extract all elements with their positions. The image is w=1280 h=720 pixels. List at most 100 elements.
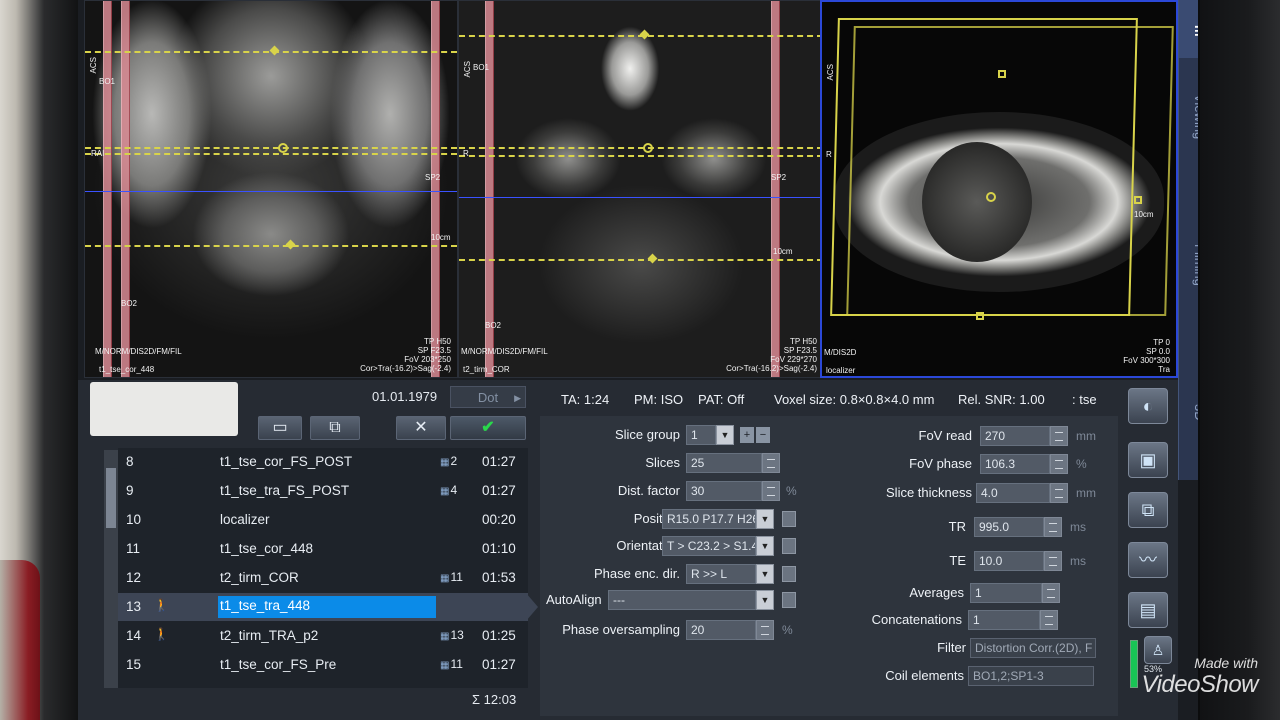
apply-button[interactable]: ✔ [450, 416, 526, 440]
queue-row[interactable]: 11 t1_tse_cor_448 01:10 [118, 535, 528, 563]
dot-label: Dot [477, 390, 499, 405]
protocol-name-edit[interactable]: t1_tse_tra_448 [218, 596, 436, 618]
center-handle[interactable] [986, 192, 996, 202]
slice-group-field[interactable]: 1 [686, 425, 716, 445]
watermark-small: Made with [1194, 655, 1258, 671]
slices-spinner[interactable] [762, 453, 780, 473]
slice-thickness-spinner[interactable] [1050, 483, 1068, 503]
dist-factor-spinner[interactable] [762, 481, 780, 501]
monitor-bezel-right [1200, 0, 1280, 720]
chevron-down-icon[interactable]: ▼ [756, 564, 774, 584]
print-button[interactable]: ▭ [258, 416, 302, 440]
pat-info: PAT: Off [698, 392, 745, 407]
tr-spinner[interactable] [1044, 517, 1062, 537]
tab-exam[interactable]: m [1179, 0, 1198, 58]
autoalign-field[interactable]: --- [608, 590, 756, 610]
close-icon: ✕ [414, 419, 428, 436]
phase-os-unit: % [782, 623, 793, 637]
checkmark-icon: ✔ [481, 419, 495, 436]
autoalign-checkbox[interactable] [782, 592, 796, 608]
saturation-band[interactable] [771, 1, 780, 377]
exam-queue-list: 8 t1_tse_cor_FS_POST 2 01:27 9 t1_tse_tr… [118, 448, 528, 688]
phase-enc-field[interactable]: R >> L [686, 564, 756, 584]
fov-read-field[interactable]: 270 [980, 426, 1050, 446]
dist-factor-field[interactable]: 30 [686, 481, 762, 501]
slice-center-line [459, 155, 823, 157]
queue-row[interactable]: 10 localizer 00:20 [118, 506, 528, 534]
graphic-slice-icon[interactable]: ▤ [1128, 592, 1168, 628]
queue-row-selected[interactable]: 13 🚶 t1_tse_tra_448 [118, 593, 528, 621]
phase-os-spinner[interactable] [756, 620, 774, 640]
orientation-field[interactable]: T > C23.2 > S1.4 [662, 536, 756, 556]
tr-field[interactable]: 995.0 [974, 517, 1044, 537]
queue-row[interactable]: 15 t1_tse_cor_FS_Pre 11 01:27 [118, 651, 528, 679]
slices-label: Slices [645, 455, 680, 470]
box-handle[interactable] [1134, 196, 1142, 204]
image-info-left: M/NORM/DIS2D/FM/FIL [461, 347, 548, 356]
dot-button[interactable]: Dot ▶ [450, 386, 526, 408]
coil-label: BO2 [485, 321, 502, 330]
averages-spinner[interactable] [1042, 583, 1060, 603]
queue-row[interactable]: 8 t1_tse_cor_FS_POST 2 01:27 [118, 448, 528, 476]
slice-boundary-line[interactable] [85, 245, 457, 247]
viewport-coronal-t1[interactable]: ACS BO1 RAI BO2 SP2 10cm M/NORM/DIS2D/FM… [84, 0, 458, 378]
te-field[interactable]: 10.0 [974, 551, 1044, 571]
chevron-down-icon[interactable]: ▼ [756, 509, 774, 529]
fov-phase-field[interactable]: 106.3 [980, 454, 1050, 474]
phase-os-field[interactable]: 20 [686, 620, 756, 640]
fov-phase-label: FoV phase [909, 456, 972, 471]
coil-label: BO1 [473, 63, 490, 72]
chevron-down-icon[interactable]: ▼ [756, 536, 774, 556]
queue-row[interactable]: 12 t2_tirm_COR 11 01:53 [118, 564, 528, 592]
viewport-coronal-t2[interactable]: ACS BO1 R BO2 SP2 10cm M/NORM/DIS2D/FM/F… [458, 0, 824, 378]
slice-thickness-label: Slice thickness [886, 485, 972, 500]
te-spinner[interactable] [1044, 551, 1062, 571]
snr-info: Rel. SNR: 1.00 [958, 392, 1045, 407]
slice-boundary-line[interactable] [459, 259, 823, 261]
fov-read-spinner[interactable] [1050, 426, 1068, 446]
saturation-band[interactable] [103, 1, 112, 377]
tr-label: TR [948, 519, 966, 534]
voxel-info: Voxel size: 0.8×0.8×4.0 mm [774, 392, 935, 407]
row-number: 14 [126, 628, 142, 643]
box-handle[interactable] [998, 70, 1006, 78]
averages-field[interactable]: 1 [970, 583, 1042, 603]
queue-row[interactable]: 9 t1_tse_tra_FS_POST 4 01:27 [118, 477, 528, 505]
concatenations-field[interactable]: 1 [968, 610, 1040, 630]
remove-group-button[interactable]: − [756, 427, 770, 443]
slices-field[interactable]: 25 [686, 453, 762, 473]
orientation-checkbox[interactable] [782, 538, 796, 554]
queue-row[interactable]: 14 🚶 t2_tirm_TRA_p2 13 01:25 [118, 622, 528, 650]
tab-filming[interactable]: Filming [1179, 244, 1198, 286]
concatenations-spinner[interactable] [1040, 610, 1058, 630]
physio-signal-icon[interactable]: 〰 [1128, 542, 1168, 578]
coil-select-icon[interactable]: ⧉ [1128, 492, 1168, 528]
center-handle[interactable] [643, 143, 653, 153]
orientation-label: ACS [463, 61, 472, 78]
patient-head-icon[interactable]: ◐ [1128, 388, 1168, 424]
chevron-down-icon[interactable]: ▼ [716, 425, 734, 445]
copy-button[interactable]: ⧉ [310, 416, 360, 440]
saturation-band[interactable] [121, 1, 130, 377]
tab-viewing[interactable]: Viewing [1179, 94, 1198, 139]
box-handle[interactable] [976, 312, 984, 320]
image-view-icon[interactable]: ▣ [1128, 442, 1168, 478]
viewport-transverse-localizer[interactable]: ACS R 10cm M/DIS2D localizer TP 0 SP 0.0… [820, 0, 1178, 378]
image-count: 2 [440, 454, 457, 468]
position-field[interactable]: R15.0 P17.7 H26 [662, 509, 756, 529]
cancel-button[interactable]: ✕ [396, 416, 446, 440]
position-checkbox[interactable] [782, 511, 796, 527]
slice-center-line[interactable] [85, 147, 457, 149]
add-group-button[interactable]: + [740, 427, 754, 443]
queue-scrollbar[interactable] [104, 450, 118, 688]
fov-phase-spinner[interactable] [1050, 454, 1068, 474]
center-handle[interactable] [278, 143, 288, 153]
scrollbar-thumb[interactable] [106, 468, 116, 528]
saturation-band[interactable] [431, 1, 440, 377]
chevron-down-icon[interactable]: ▼ [756, 590, 774, 610]
slice-center-line[interactable] [459, 147, 823, 149]
slice-thickness-field[interactable]: 4.0 [976, 483, 1050, 503]
phase-enc-checkbox[interactable] [782, 566, 796, 582]
chevron-right-icon: ▶ [514, 393, 521, 403]
tab-3d[interactable]: 3D [1179, 404, 1198, 421]
